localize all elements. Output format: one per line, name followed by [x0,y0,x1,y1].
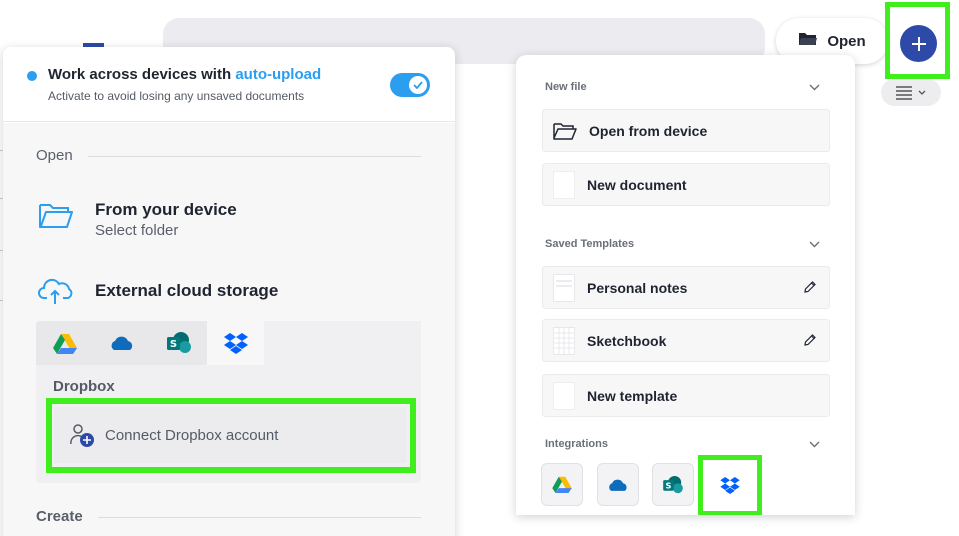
select-folder-label: Select folder [95,222,179,239]
folder-icon [798,31,818,51]
notes-thumbnail [553,273,575,302]
auto-upload-link[interactable]: auto-upload [235,66,321,83]
tab-google-drive[interactable] [36,321,93,365]
from-device-title[interactable]: From your device [95,200,237,220]
check-icon [413,81,423,89]
tab-sharepoint[interactable]: S [150,321,207,365]
cloud-storage-title: External cloud storage [95,281,279,300]
selected-provider-label: Dropbox [53,378,115,395]
open-section: Open From your device Select folder Exte… [3,123,455,536]
template-thumbnail [553,381,575,410]
auto-upload-banner: Work across devices with auto-upload Act… [3,47,455,122]
folder-open-icon[interactable] [38,200,74,235]
connect-dropbox-label: Connect Dropbox account [105,426,279,444]
new-file-menu: New file Open from device New document S… [516,55,855,515]
new-document-item[interactable]: New document [542,163,830,206]
tab-onedrive[interactable] [93,321,150,365]
banner-subtitle: Activate to avoid losing any unsaved doc… [48,89,305,103]
open-from-device-item[interactable]: Open from device [542,109,830,152]
integration-dropbox[interactable] [706,463,754,508]
integration-google-drive[interactable] [541,463,583,506]
highlight-box [885,2,950,79]
cloud-upload-icon [38,276,74,311]
grid-thumbnail [553,326,575,355]
document-icon [553,170,575,199]
svg-text:S: S [169,339,176,350]
pencil-icon[interactable] [803,333,817,347]
chevron-down-icon [809,441,820,447]
template-sketchbook[interactable]: Sketchbook [542,319,830,362]
highlight-box [698,455,762,515]
dropbox-icon [720,477,740,494]
chevron-down-icon [809,84,820,90]
template-personal-notes[interactable]: Personal notes [542,266,830,309]
new-template-item[interactable]: New template [542,374,830,417]
divider [88,156,421,157]
google-drive-icon [552,476,572,493]
chevron-down-icon [918,90,926,95]
sharepoint-icon: S [166,332,191,353]
highlight-box: Connect Dropbox account [46,398,416,473]
dropbox-icon [223,332,248,354]
google-drive-icon [52,333,77,354]
auto-upload-toggle[interactable] [390,73,430,97]
tab-dropbox[interactable] [207,321,264,365]
list-view-icon [896,85,912,100]
saved-templates-heading[interactable]: Saved Templates [545,238,820,250]
integrations-heading[interactable]: Integrations [545,438,820,450]
cloud-provider-box: S Dropbox Connect Dropbox account [36,321,421,483]
connect-dropbox-button[interactable]: Connect Dropbox account [54,407,406,463]
integration-onedrive[interactable] [597,463,639,506]
new-file-heading[interactable]: New file [545,81,820,93]
integration-sharepoint[interactable]: S [652,463,694,506]
toggle-knob [409,76,427,94]
new-plus-button[interactable] [900,25,937,62]
tab-spacer [264,321,421,365]
view-options-button[interactable] [881,79,941,106]
chevron-down-icon [809,241,820,247]
divider [98,517,421,518]
onedrive-icon [111,336,132,350]
pencil-icon[interactable] [803,280,817,294]
open-panel: Work across devices with auto-upload Act… [3,47,455,536]
svg-text:S: S [666,480,672,490]
add-user-icon [70,424,94,447]
open-button-label: Open [827,32,866,50]
provider-tabs: S [36,321,421,365]
sharepoint-icon: S [663,475,683,493]
create-heading: Create [36,508,83,525]
banner-title: Work across devices with auto-upload [48,66,322,83]
plus-icon [911,36,926,51]
open-heading: Open [36,147,73,164]
status-dot [27,71,37,81]
onedrive-icon [609,479,627,491]
app-window: Open Work across devices with auto-uploa… [0,0,959,536]
folder-icon [553,122,577,140]
